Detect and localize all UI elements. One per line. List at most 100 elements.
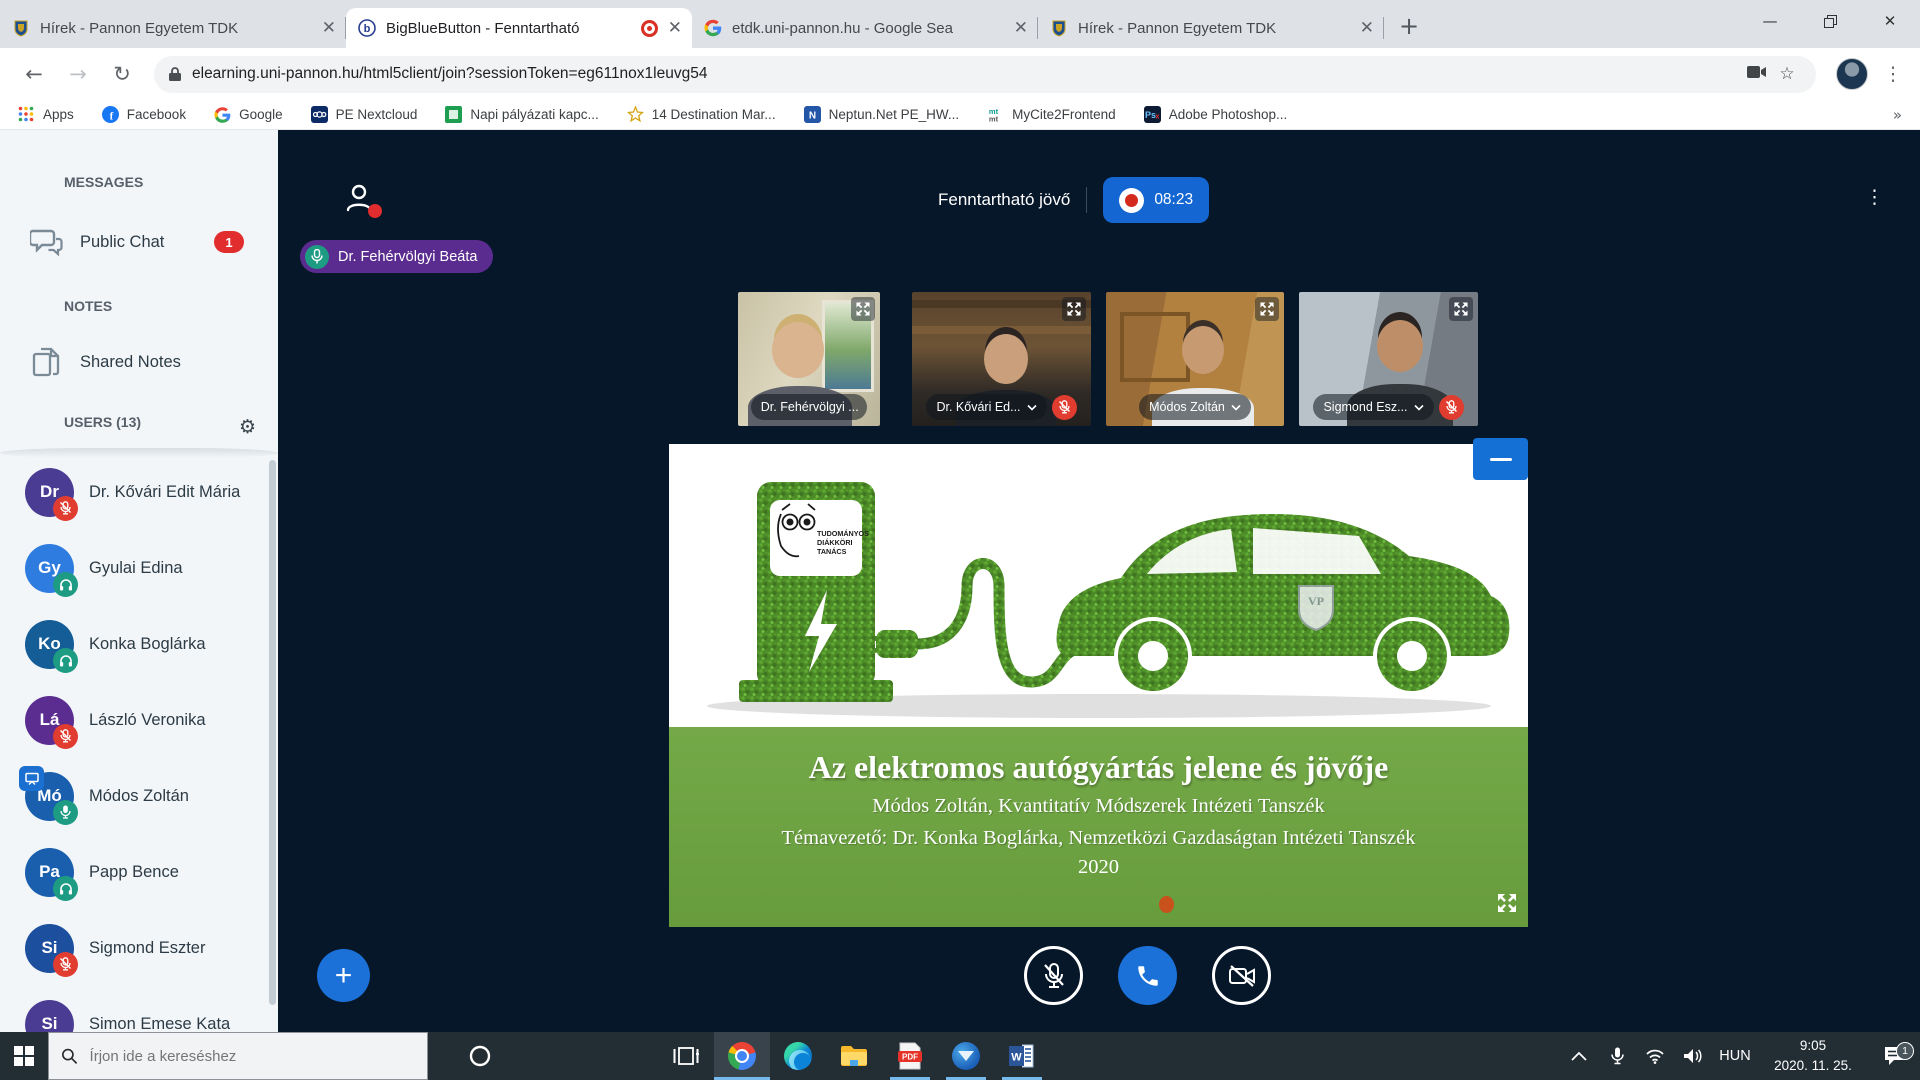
webcam-fullscreen-button[interactable] <box>1255 297 1279 321</box>
webcam-name-pill[interactable]: Módos Zoltán <box>1139 394 1251 420</box>
bookmarks-overflow-button[interactable]: » <box>1893 106 1902 124</box>
speaker-mic-icon <box>305 245 329 269</box>
forward-button[interactable]: → <box>56 62 100 86</box>
taskbar-explorer-button[interactable] <box>826 1032 882 1080</box>
taskbar-search-box[interactable] <box>48 1032 428 1080</box>
tab-recording-indicator <box>641 20 658 37</box>
recording-indicator-button[interactable]: 08:23 <box>1103 177 1209 223</box>
browser-menu-button[interactable]: ⋮ <box>1878 63 1908 85</box>
browser-tab-3[interactable]: Hírek - Pannon Egyetem TDK ✕ <box>1038 8 1384 48</box>
webcam-tile-0[interactable]: Dr. Fehérvölgyi ... <box>738 292 880 426</box>
bigbluebutton-app: MESSAGES Public Chat 1 NOTES Shared Note… <box>0 130 1920 1032</box>
cortana-button[interactable] <box>452 1032 508 1080</box>
user-avatar: Pa <box>25 848 74 897</box>
options-menu-button[interactable]: ⋮ <box>1865 186 1884 208</box>
bookmark-8[interactable]: PsxAdobe Photoshop... <box>1144 106 1288 123</box>
address-bar[interactable]: elearning.uni-pannon.hu/html5client/join… <box>154 56 1816 93</box>
bookmark-7[interactable]: mtmtMyCite2Frontend <box>987 106 1116 123</box>
chrome-icon <box>728 1042 756 1070</box>
webcam-name-pill[interactable]: Dr. Fehérvölgyi ... <box>751 394 867 420</box>
user-row-6[interactable]: SiSigmond Eszter <box>0 910 278 986</box>
browser-tab-strip: Hírek - Pannon Egyetem TDK✕bBigBlueButto… <box>0 0 1920 48</box>
cortana-icon <box>468 1044 492 1068</box>
taskbar-chrome-button[interactable] <box>714 1032 770 1080</box>
minimize-presentation-button[interactable] <box>1473 438 1528 480</box>
tray-volume-icon[interactable] <box>1674 1048 1712 1064</box>
bookmark-2[interactable]: Google <box>214 106 283 123</box>
bookmark-5[interactable]: 14 Destination Mar... <box>627 106 776 123</box>
tab-title: Hírek - Pannon Egyetem TDK <box>1078 20 1354 37</box>
user-row-7[interactable]: SiSimon Emese Kata <box>0 986 278 1032</box>
user-row-4[interactable]: MóMódos Zoltán <box>0 758 278 834</box>
slide-text-band: Az elektromos autógyártás jelene és jövő… <box>669 727 1528 927</box>
webcam-fullscreen-button[interactable] <box>851 297 875 321</box>
user-row-1[interactable]: GyGyulai Edina <box>0 530 278 606</box>
bookmark-3[interactable]: PE Nextcloud <box>311 106 418 123</box>
new-tab-button[interactable]: + <box>1394 12 1424 40</box>
webcam-tile-2[interactable]: Módos Zoltán <box>1106 292 1284 426</box>
tab-close-button[interactable]: ✕ <box>1014 20 1028 37</box>
bookmark-0[interactable]: Apps <box>18 106 74 123</box>
svg-text:VP: VP <box>1308 594 1324 608</box>
taskbar-edge-button[interactable] <box>770 1032 826 1080</box>
unmute-microphone-button[interactable] <box>1024 946 1083 1005</box>
user-row-2[interactable]: KoKonka Boglárka <box>0 606 278 682</box>
share-webcam-button[interactable] <box>1212 946 1271 1005</box>
slide-author-line: Módos Zoltán, Kvantitatív Módszerek Inté… <box>669 795 1528 818</box>
bookmark-label: MyCite2Frontend <box>1012 107 1116 122</box>
tab-close-button[interactable]: ✕ <box>322 20 336 37</box>
tray-clock[interactable]: 9:05 2020. 11. 25. <box>1758 1036 1868 1075</box>
back-button[interactable]: ← <box>12 62 56 86</box>
camera-sharing-icon[interactable] <box>1742 65 1772 84</box>
tray-microphone-icon[interactable] <box>1598 1047 1636 1065</box>
taskbar-pdf-button[interactable]: PDF <box>882 1032 938 1080</box>
slide-fullscreen-icon[interactable] <box>1496 892 1518 919</box>
webcam-tile-1[interactable]: Dr. Kővári Ed... <box>912 292 1091 426</box>
window-minimize-button[interactable]: — <box>1740 0 1800 42</box>
bookmark-label: Adobe Photoshop... <box>1169 107 1288 122</box>
leave-audio-button[interactable] <box>1118 946 1177 1005</box>
bookmark-4[interactable]: Napi pályázati kapc... <box>445 106 598 123</box>
task-view-button[interactable] <box>658 1032 714 1080</box>
webcam-name-pill[interactable]: Dr. Kővári Ed... <box>926 394 1046 420</box>
user-list-scrollbar[interactable] <box>269 460 276 1005</box>
webcam-tile-3[interactable]: Sigmond Esz... <box>1299 292 1478 426</box>
bookmark-1[interactable]: fFacebook <box>102 106 186 123</box>
bookmark-6[interactable]: NNeptun.Net PE_HW... <box>804 106 960 123</box>
user-row-5[interactable]: PaPapp Bence <box>0 834 278 910</box>
tray-expand-chevron[interactable] <box>1560 1051 1598 1061</box>
reload-button[interactable]: ↻ <box>100 62 144 86</box>
webcam-fullscreen-button[interactable] <box>1062 297 1086 321</box>
screen: Hírek - Pannon Egyetem TDK✕bBigBlueButto… <box>0 0 1920 1080</box>
bookmark-label: Apps <box>43 107 74 122</box>
webcam-fullscreen-button[interactable] <box>1449 297 1473 321</box>
actions-plus-button[interactable]: + <box>317 949 370 1002</box>
notification-center-button[interactable]: 1 <box>1868 1045 1920 1067</box>
user-list-toggle-button[interactable] <box>344 182 378 218</box>
public-chat-item[interactable]: Public Chat 1 <box>0 216 278 268</box>
window-close-button[interactable]: ✕ <box>1860 0 1920 42</box>
users-settings-gear-icon[interactable]: ⚙ <box>239 416 256 438</box>
shared-notes-item[interactable]: Shared Notes <box>0 336 278 388</box>
browser-tab-2[interactable]: etdk.uni-pannon.hu - Google Sea✕ <box>692 8 1038 48</box>
start-button[interactable] <box>0 1032 48 1080</box>
browser-tab-1[interactable]: bBigBlueButton - Fenntartható✕ <box>346 8 692 48</box>
window-restore-button[interactable] <box>1800 0 1860 42</box>
user-row-3[interactable]: LáLászló Veronika <box>0 682 278 758</box>
browser-tab-0[interactable]: Hírek - Pannon Egyetem TDK✕ <box>0 8 346 48</box>
user-row-0[interactable]: DrDr. Kővári Edit Mária <box>0 454 278 530</box>
taskbar-word-button[interactable]: W <box>994 1032 1050 1080</box>
slide-illustration: TUDOMÁNYOS DIÁKKÖRI TANÁCS <box>669 444 1528 727</box>
tray-language-indicator[interactable]: HUN <box>1712 1048 1758 1064</box>
tab-close-button[interactable]: ✕ <box>668 20 682 37</box>
browser-toolbar: ← → ↻ elearning.uni-pannon.hu/html5clien… <box>0 48 1920 100</box>
tab-close-button[interactable]: ✕ <box>1360 20 1374 37</box>
tray-wifi-icon[interactable] <box>1636 1048 1674 1064</box>
browser-profile-avatar[interactable] <box>1836 58 1868 90</box>
search-input[interactable] <box>90 1048 415 1065</box>
webcam-name-pill[interactable]: Sigmond Esz... <box>1313 394 1433 420</box>
edge-icon <box>784 1042 812 1070</box>
google-icon <box>214 106 231 123</box>
taskbar-thunderbird-button[interactable] <box>938 1032 994 1080</box>
bookmark-star-icon[interactable]: ☆ <box>1772 64 1802 84</box>
